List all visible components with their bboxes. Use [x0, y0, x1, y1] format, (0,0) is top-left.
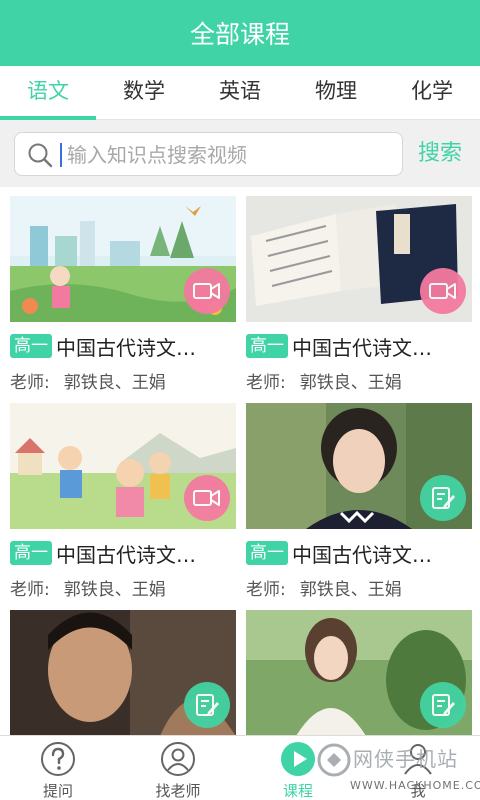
watermark-text: 网侠手机站 [353, 747, 458, 771]
course-thumbnail [246, 196, 472, 322]
course-thumbnail [10, 610, 236, 735]
teacher-name: 郭铁良、王娟 [299, 373, 402, 393]
question-icon [41, 742, 75, 776]
course-title: 中国古代诗文… [292, 335, 432, 360]
text-cursor [60, 143, 62, 167]
search-button[interactable]: 搜索 [418, 121, 462, 187]
subject-tabs: 语文 数学 英语 物理 化学 [0, 66, 480, 120]
watermark-logo-icon [317, 743, 351, 777]
teacher-label: 老师: [246, 580, 286, 600]
teacher-label: 老师: [246, 373, 286, 393]
video-camera-icon [184, 475, 230, 521]
watermark-url: WWW.HACKHOME.COM [350, 779, 480, 792]
course-thumbnail [10, 196, 236, 322]
course-teacher: 老师: 郭铁良、王娟 [10, 575, 166, 600]
grade-badge: 高一 [246, 334, 288, 358]
course-teacher: 老师: 郭铁良、王娟 [10, 368, 166, 393]
tab-chinese[interactable]: 语文 [0, 66, 96, 120]
course-title-row: 高一 中国古代诗文… [10, 539, 196, 567]
course-teacher: 老师: 郭铁良、王娟 [246, 368, 402, 393]
teacher-name: 郭铁良、王娟 [299, 580, 402, 600]
app-header: 全部课程 [0, 0, 480, 66]
grade-badge: 高一 [246, 541, 288, 565]
nav-ask[interactable]: 提问 [10, 736, 106, 800]
course-title-row: 高一 中国古代诗文… [10, 332, 196, 360]
course-title: 中国古代诗文… [292, 542, 432, 567]
course-title: 中国古代诗文… [56, 542, 196, 567]
video-camera-icon [184, 268, 230, 314]
tab-math[interactable]: 数学 [96, 66, 192, 119]
teacher-label: 老师: [10, 373, 50, 393]
watermark: 网侠手机站 WWW.HACKHOME.COM [315, 737, 480, 799]
edit-note-icon [420, 682, 466, 728]
page-title: 全部课程 [189, 20, 290, 49]
course-title-row: 高一 中国古代诗文… [246, 332, 432, 360]
teacher-label: 老师: [10, 580, 50, 600]
grade-badge: 高一 [10, 541, 52, 565]
course-grid: 高一 中国古代诗文… 老师: 郭铁良、王娟 高一 中国古代诗文… 老师: 郭铁良… [0, 187, 480, 735]
video-camera-icon [420, 268, 466, 314]
nav-find-teacher[interactable]: 找老师 [130, 736, 226, 800]
edit-note-icon [184, 682, 230, 728]
search-icon [28, 143, 53, 168]
grade-badge: 高一 [10, 334, 52, 358]
teacher-name: 郭铁良、王娟 [63, 373, 166, 393]
nav-label: 找老师 [155, 782, 201, 800]
teacher-icon [161, 742, 195, 776]
search-placeholder: 输入知识点搜索视频 [67, 143, 247, 167]
tab-english[interactable]: 英语 [192, 66, 288, 119]
course-teacher: 老师: 郭铁良、王娟 [246, 575, 402, 600]
course-title-row: 高一 中国古代诗文… [246, 539, 432, 567]
course-thumbnail [246, 403, 472, 529]
teacher-name: 郭铁良、王娟 [63, 580, 166, 600]
tab-chemistry[interactable]: 化学 [384, 66, 480, 119]
course-thumbnail [246, 610, 472, 735]
edit-note-icon [420, 475, 466, 521]
search-bar: 输入知识点搜索视频 搜索 [0, 121, 480, 187]
play-icon [281, 742, 315, 776]
tab-physics[interactable]: 物理 [288, 66, 384, 119]
nav-label: 提问 [42, 782, 73, 800]
course-title: 中国古代诗文… [56, 335, 196, 360]
course-thumbnail [10, 403, 236, 529]
search-input[interactable]: 输入知识点搜索视频 [14, 132, 403, 176]
